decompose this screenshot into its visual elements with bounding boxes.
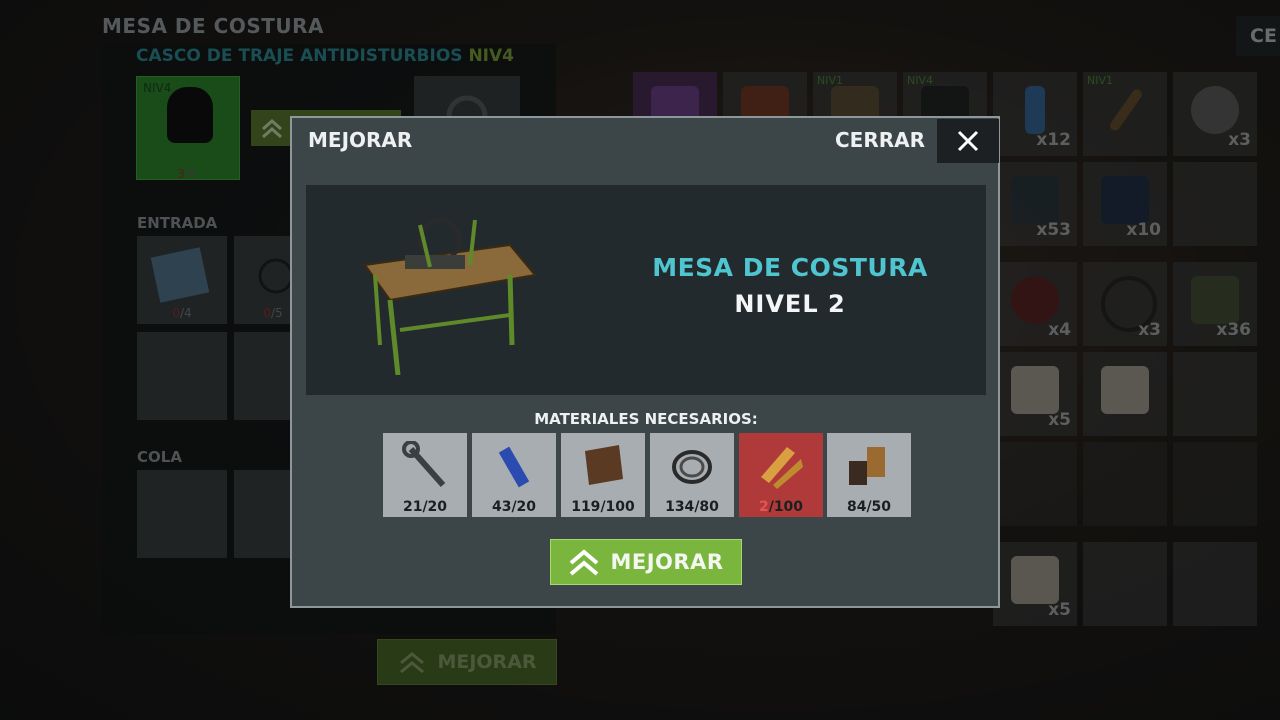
material-count: 2/100 [758,499,804,515]
upgrade-target-name: MESA DE COSTURA [652,253,928,282]
leather-icon [585,445,623,485]
material-slot[interactable]: 84/50 [827,433,911,517]
material-count: 43/20 [491,499,537,515]
dialog-title: MEJORAR [308,128,413,152]
close-icon [957,130,979,152]
thread-spool-icon [849,447,885,485]
wire-coil-icon [672,450,712,484]
materials-label: MATERIALES NECESARIOS: [534,410,758,428]
material-count: 21/20 [402,499,448,515]
upgrade-button[interactable]: MEJORAR [550,539,742,585]
material-slot[interactable]: 43/20 [472,433,556,517]
material-slot[interactable]: 119/100 [561,433,645,517]
upgrade-button-label: MEJORAR [610,550,724,574]
material-count: 134/80 [665,499,719,515]
spray-can-icon [498,446,530,488]
sewing-table-icon [363,218,537,375]
material-slot-missing[interactable]: 2/100 [739,433,823,517]
wrench-icon [402,441,446,487]
close-label[interactable]: CERRAR [835,128,925,152]
material-slot[interactable]: 21/20 [383,433,467,517]
upgrade-target-level: NIVEL 2 [734,290,846,318]
wood-planks-icon [761,447,803,489]
material-count: 119/100 [571,499,635,515]
close-button[interactable] [937,119,999,163]
material-count: 84/50 [846,499,892,515]
chevron-up-icon [570,549,599,576]
material-slot[interactable]: 134/80 [650,433,734,517]
